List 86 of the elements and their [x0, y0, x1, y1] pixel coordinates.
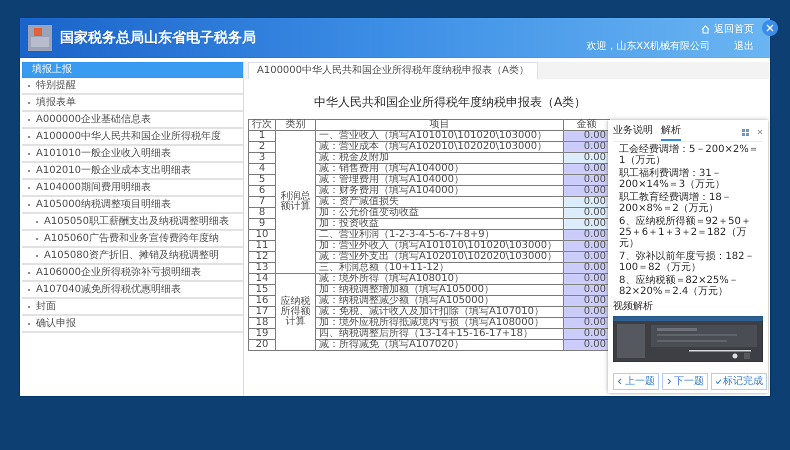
item-cell: 加：境外应税所得抵减境内亏损（填写A108000） — [316, 318, 564, 328]
item-cell: 三、利润总额（10+11-12） — [316, 262, 564, 274]
sidebar-item[interactable]: 特别提醒 — [22, 78, 243, 95]
explanation-line: 职工福利费调增：31－200×14%＝3（万元） — [618, 168, 726, 190]
form-title: 中华人民共和国企业所得税年度纳税申报表（A类） — [314, 95, 586, 109]
panel-tab[interactable]: 解析 — [661, 123, 681, 141]
item-cell: 减：境外所得（填写A108010） — [316, 274, 564, 284]
line-number-cell: 10 — [248, 230, 276, 240]
line-number-cell: 13 — [248, 262, 276, 274]
sidebar-item[interactable]: A000000企业基础信息表 — [22, 112, 243, 129]
close-icon — [766, 24, 774, 32]
sidebar-item[interactable]: 确认申报 — [22, 316, 243, 333]
line-number-cell: 18 — [248, 318, 276, 328]
line-number-cell: 7 — [248, 196, 276, 208]
line-number-cell: 11 — [248, 240, 276, 252]
item-cell: 一、营业收入（填写A101010\101020\103000） — [316, 130, 564, 142]
item-cell: 减：营业外支出（填写A102010\102020\103000） — [316, 252, 564, 262]
welcome-text: 欢迎，山东XX机械有限公司 — [586, 40, 710, 54]
item-cell: 减：营业成本（填写A102010\102020\103000） — [316, 142, 564, 152]
line-number-cell: 6 — [248, 186, 276, 196]
sidebar-item[interactable]: A105060广告费和业务宣传费跨年度纳 — [22, 231, 243, 248]
sidebar-item[interactable]: 填报表单 — [22, 95, 243, 112]
next-button[interactable]: 下一题 — [662, 373, 708, 390]
close-icon[interactable] — [757, 129, 763, 135]
sidebar-item[interactable]: A104000期间费用明细表 — [22, 180, 243, 197]
line-number-cell: 12 — [248, 252, 276, 262]
panel-tab[interactable]: 业务说明 — [613, 123, 653, 141]
item-cell: 减：财务费用（填写A104000） — [316, 186, 564, 196]
explanation-line: 8、应纳税额＝82×25%－82×20%＝2.4（万元） — [618, 275, 740, 297]
line-number-cell: 9 — [248, 218, 276, 230]
line-number-cell: 19 — [248, 328, 276, 340]
item-cell: 加：公允价值变动收益 — [316, 208, 564, 218]
item-cell: 加：营业外收入（填写A101010\101020\103000） — [316, 240, 564, 252]
item-cell: 四、纳税调整后所得（13-14+15-16-17+18） — [316, 328, 564, 340]
explanation-line: 职工教育经费调增：18－200×8%＝2（万元） — [618, 192, 733, 214]
line-number-cell: 14 — [248, 274, 276, 284]
item-cell: 加：纳税调整增加额（填写A105000） — [316, 284, 564, 296]
item-cell: 加：投资收益 — [316, 218, 564, 230]
chevron-right-icon — [666, 378, 672, 385]
site-title: 国家税务总局山东省电子税务局 — [60, 28, 256, 48]
line-number-cell: 15 — [248, 284, 276, 296]
column-header: 项目 — [316, 120, 564, 130]
item-cell: 减：免税、减计收入及加计扣除（填写A107010） — [316, 306, 564, 318]
item-cell: 减：所得减免（填写A107020） — [316, 340, 564, 350]
home-icon — [701, 25, 710, 34]
column-header: 类别 — [276, 120, 316, 130]
line-number-cell: 1 — [248, 130, 276, 142]
sidebar-item[interactable]: 封面 — [22, 299, 243, 316]
column-header: 行次 — [248, 120, 276, 130]
line-number-cell: 20 — [248, 340, 276, 350]
grid-icon[interactable] — [742, 128, 749, 136]
line-number-cell: 3 — [248, 152, 276, 164]
category-cell: 利润总额计算 — [276, 130, 316, 274]
category-cell: 应纳税所得额计算 — [276, 274, 316, 350]
form-tab[interactable]: A100000中华人民共和国企业所得税年度纳税申报表（A类） — [248, 62, 538, 79]
explanation-line: 6、应纳税所得额＝92＋50＋25＋6＋1＋3＋2＝182（万元） — [618, 216, 752, 249]
item-cell: 减：资产减值损失 — [316, 196, 564, 208]
chevron-left-icon — [617, 378, 623, 385]
line-number-cell: 17 — [248, 306, 276, 318]
close-button[interactable] — [762, 20, 778, 36]
item-cell: 减：管理费用（填写A104000） — [316, 174, 564, 186]
item-cell: 二、营业利润（1-2-3-4-5-6-7+8+9） — [316, 230, 564, 240]
sidebar-item[interactable]: A105050职工薪酬支出及纳税调整明细表 — [22, 214, 243, 231]
logo-icon — [28, 25, 52, 51]
sidebar-item[interactable]: A105000纳税调整项目明细表 — [22, 197, 243, 214]
sidebar-item[interactable]: A105080资产折旧、摊销及纳税调整明 — [22, 248, 243, 265]
sidebar-item[interactable]: A102010一般企业成本支出明细表 — [22, 163, 243, 180]
line-number-cell: 2 — [248, 142, 276, 152]
line-number-cell: 4 — [248, 164, 276, 174]
explanation-line: 7、弥补以前年度亏损：182－100＝82（万元） — [618, 251, 756, 273]
sidebar-item[interactable]: A100000中华人民共和国企业所得税年度 — [22, 129, 243, 146]
mark-done-button[interactable]: 标记完成 — [711, 373, 767, 390]
video-label: 视频解析 — [613, 300, 654, 314]
line-number-cell: 16 — [248, 296, 276, 306]
item-cell: 减：销售费用（填写A104000） — [316, 164, 564, 174]
sidebar-item[interactable]: A107040减免所得税优惠明细表 — [22, 282, 243, 299]
sidebar-item[interactable]: A106000企业所得税弥补亏损明细表 — [22, 265, 243, 282]
item-cell: 减：纳税调整减少额（填写A105000） — [316, 296, 564, 306]
sidebar-title: 填报上报 — [22, 62, 243, 78]
line-number-cell: 5 — [248, 174, 276, 186]
item-cell: 减：税金及附加 — [316, 152, 564, 164]
previous-button[interactable]: 上一题 — [613, 373, 659, 390]
sidebar-item[interactable]: A101010一般企业收入明细表 — [22, 146, 243, 163]
check-icon — [715, 378, 721, 385]
line-number-cell: 8 — [248, 208, 276, 218]
explanation-line: 工会经费调增：5－200×2%＝1（万元） — [618, 144, 760, 166]
